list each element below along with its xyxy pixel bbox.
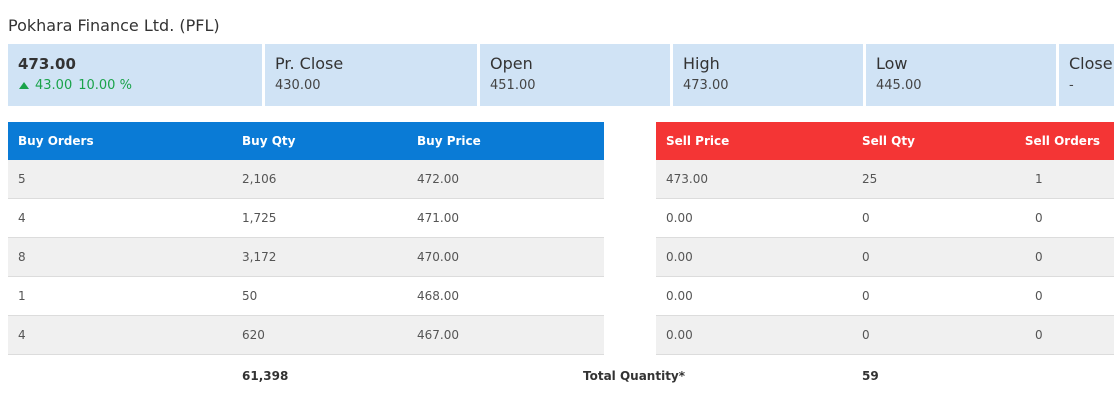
buy-price-cell: 468.00 — [417, 289, 459, 303]
stat-prev-close: Pr. Close 430.00 — [265, 44, 477, 106]
sell-orders-cell: 0 — [1035, 250, 1043, 264]
table-row: 473.00 25 1 — [656, 160, 1114, 199]
buy-orders-cell: 4 — [18, 211, 26, 225]
buy-table-header: Buy Orders Buy Qty Buy Price — [8, 122, 604, 160]
change-value: 43.00 — [35, 78, 73, 93]
buy-qty-cell: 3,172 — [242, 250, 277, 264]
table-row: 4 1,725 471.00 — [8, 199, 604, 238]
buy-price-cell: 467.00 — [417, 328, 459, 342]
stat-value: 430.00 — [275, 78, 321, 93]
sell-table-header: Sell Price Sell Qty Sell Orders — [656, 122, 1114, 160]
stat-value: 473.00 — [683, 78, 729, 93]
buy-qty-cell: 50 — [242, 289, 258, 303]
total-buy-qty: 61,398 — [242, 369, 289, 383]
price-change: 43.00 10.00 % — [18, 78, 262, 93]
change-percent: 10.00 % — [78, 78, 132, 93]
buy-qty-cell: 2,106 — [242, 172, 277, 186]
buy-price-cell: 472.00 — [417, 172, 459, 186]
arrow-up-icon — [19, 82, 29, 89]
column-header-buy-price: Buy Price — [417, 134, 481, 148]
table-row: 8 3,172 470.00 — [8, 238, 604, 277]
sell-orders-cell: 0 — [1035, 289, 1043, 303]
stat-label: Close — [1069, 54, 1113, 73]
buy-price-cell: 471.00 — [417, 211, 459, 225]
column-header-sell-price: Sell Price — [666, 134, 730, 148]
buy-orders-cell: 5 — [18, 172, 26, 186]
ltp-card: 473.00 43.00 10.00 % — [8, 44, 262, 106]
stat-value: - — [1069, 78, 1074, 93]
totals-row: 61,398 Total Quantity* 59 — [0, 358, 1114, 394]
sell-orders-cell: 1 — [1035, 172, 1043, 186]
column-header-buy-orders: Buy Orders — [18, 134, 94, 148]
table-row: 4 620 467.00 — [8, 316, 604, 355]
sell-qty-cell: 0 — [862, 328, 870, 342]
column-header-sell-orders: Sell Orders — [1024, 134, 1100, 148]
table-row: 5 2,106 472.00 — [8, 160, 604, 199]
buy-orders-cell: 4 — [18, 328, 26, 342]
table-row: 0.00 0 0 — [656, 238, 1114, 277]
table-row: 0.00 0 0 — [656, 316, 1114, 355]
sell-price-cell: 473.00 — [666, 172, 708, 186]
stat-label: High — [683, 54, 720, 73]
stat-close: Close - — [1059, 44, 1114, 106]
total-quantity-label: Total Quantity* — [583, 369, 686, 383]
total-sell-qty: 59 — [862, 369, 879, 383]
sell-price-cell: 0.00 — [666, 250, 693, 264]
sell-qty-cell: 25 — [862, 172, 878, 186]
stat-value: 451.00 — [490, 78, 536, 93]
price-summary-bar: 473.00 43.00 10.00 % Pr. Close 430.00 Op… — [8, 44, 1114, 106]
column-header-buy-qty: Buy Qty — [242, 134, 296, 148]
buy-orders-table: Buy Orders Buy Qty Buy Price 5 2,106 472… — [8, 122, 604, 355]
buy-orders-cell: 8 — [18, 250, 26, 264]
column-header-sell-qty: Sell Qty — [862, 134, 915, 148]
buy-qty-cell: 1,725 — [242, 211, 277, 225]
stat-low: Low 445.00 — [866, 44, 1056, 106]
sell-price-cell: 0.00 — [666, 328, 693, 342]
buy-qty-cell: 620 — [242, 328, 265, 342]
stat-label: Pr. Close — [275, 54, 344, 73]
sell-orders-table: Sell Price Sell Qty Sell Orders 473.00 2… — [656, 122, 1114, 355]
sell-orders-cell: 0 — [1035, 328, 1043, 342]
table-row: 1 50 468.00 — [8, 277, 604, 316]
ltp-value: 473.00 — [18, 55, 76, 73]
buy-price-cell: 470.00 — [417, 250, 459, 264]
sell-qty-cell: 0 — [862, 211, 870, 225]
sell-price-cell: 0.00 — [666, 211, 693, 225]
sell-qty-cell: 0 — [862, 289, 870, 303]
table-row: 0.00 0 0 — [656, 199, 1114, 238]
table-row: 0.00 0 0 — [656, 277, 1114, 316]
sell-qty-cell: 0 — [862, 250, 870, 264]
stat-label: Open — [490, 54, 533, 73]
page-title: Pokhara Finance Ltd. (PFL) — [8, 16, 220, 35]
buy-orders-cell: 1 — [18, 289, 26, 303]
sell-orders-cell: 0 — [1035, 211, 1043, 225]
sell-price-cell: 0.00 — [666, 289, 693, 303]
stat-high: High 473.00 — [673, 44, 863, 106]
stat-value: 445.00 — [876, 78, 922, 93]
stat-label: Low — [876, 54, 908, 73]
stat-open: Open 451.00 — [480, 44, 670, 106]
